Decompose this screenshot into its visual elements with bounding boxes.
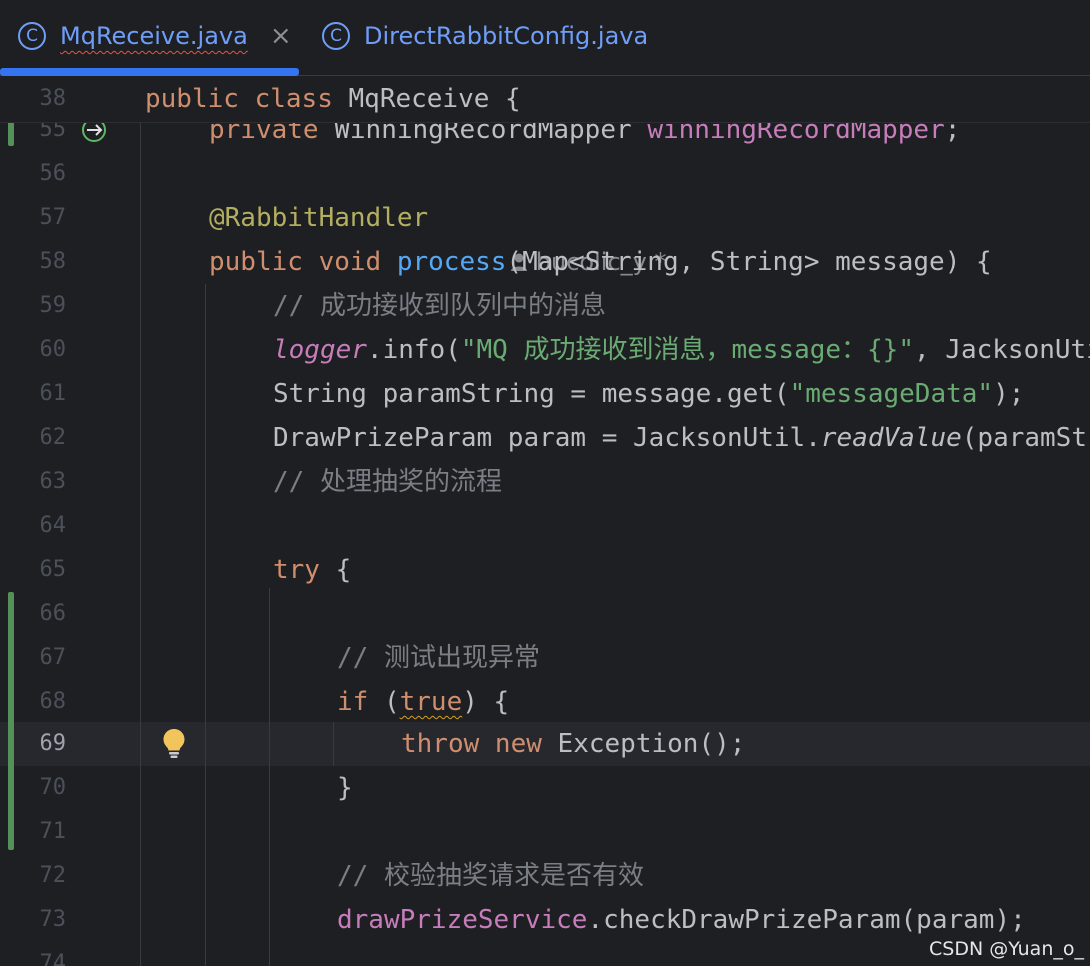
line-number: 57 <box>39 205 67 230</box>
class-c-icon: C <box>18 22 46 50</box>
keyword: void <box>302 247 397 277</box>
tab-label: DirectRabbitConfig.java <box>364 22 649 50</box>
code-line[interactable]: 58 public void process(Map<String, Strin… <box>0 240 1090 284</box>
line-number: 60 <box>39 337 67 362</box>
code-comment: // 测试出现异常 <box>337 643 540 673</box>
keyword: public <box>209 247 303 277</box>
code-line[interactable]: 63 // 处理抽奖的流程 <box>0 460 1090 504</box>
line-number: 58 <box>39 249 67 274</box>
line-number: 38 <box>39 86 67 111</box>
sticky-scroll-header[interactable]: 38 public class MqReceive { <box>0 76 1090 123</box>
code-text: ( <box>368 687 400 717</box>
code-line[interactable]: 60 logger.info("MQ 成功接收到消息，message：{}", … <box>0 328 1090 372</box>
tab-label: MqReceive.java <box>60 22 248 50</box>
string-literal: "messageData" <box>789 379 994 409</box>
line-number: 67 <box>39 645 67 670</box>
code-text: (Map<String, String> message) { <box>506 247 992 277</box>
line-number: 64 <box>39 513 67 538</box>
close-icon[interactable]: × <box>270 21 292 51</box>
line-number: 69 <box>39 731 67 756</box>
line-number: 65 <box>39 557 67 582</box>
active-tab-indicator <box>0 68 299 76</box>
code-editor[interactable]: 55 private WinningRecordMapper winningRe… <box>0 76 1090 966</box>
annotation: @RabbitHandler <box>209 203 429 233</box>
code-line[interactable]: 57 @RabbitHandler bucolic_y * <box>0 196 1090 276</box>
line-number: 59 <box>39 293 67 318</box>
keyword: try <box>273 555 320 585</box>
code-comment: // 成功接收到队列中的消息 <box>273 291 606 321</box>
code-text: Exception(); <box>541 729 746 759</box>
line-number: 66 <box>39 601 67 626</box>
class-name: MqReceive { <box>332 84 521 114</box>
code-line[interactable]: 74 <box>0 942 1090 966</box>
code-line[interactable]: 67 // 测试出现异常 <box>0 636 1090 680</box>
keyword: throw <box>401 729 480 759</box>
code-text: DrawPrizeParam param = JacksonUtil. <box>273 423 821 453</box>
keyword-with-warning[interactable]: true <box>400 687 463 717</box>
keyword: new <box>479 729 542 759</box>
watermark: CSDN @Yuan_o_ <box>929 938 1084 960</box>
code-line[interactable]: 64 <box>0 504 1090 548</box>
line-number: 63 <box>39 469 67 494</box>
code-line[interactable]: 59 // 成功接收到队列中的消息 <box>0 284 1090 328</box>
code-line[interactable]: 70 } <box>0 766 1090 810</box>
code-line[interactable]: 66 <box>0 592 1090 636</box>
line-number: 72 <box>39 863 67 888</box>
code-text: (paramString <box>961 423 1090 453</box>
line-number: 62 <box>39 425 67 450</box>
line-number: 70 <box>39 775 67 800</box>
line-number: 74 <box>39 951 67 966</box>
tab-mqreceive[interactable]: C MqReceive.java × <box>18 0 292 72</box>
line-number: 56 <box>39 161 67 186</box>
code-text: .info( <box>366 335 461 365</box>
keyword: class <box>254 84 333 114</box>
static-method-name: readValue <box>820 423 962 453</box>
code-text: String paramString = message.get( <box>273 379 790 409</box>
code-text: } <box>337 773 353 803</box>
code-comment: // 处理抽奖的流程 <box>273 467 502 497</box>
code-comment: // 校验抽奖请求是否有效 <box>337 861 644 891</box>
code-line[interactable]: 72 // 校验抽奖请求是否有效 <box>0 854 1090 898</box>
code-text: ); <box>993 379 1025 409</box>
code-line[interactable]: 61 String paramString = message.get("mes… <box>0 372 1090 416</box>
class-c-icon: C <box>322 22 350 50</box>
tab-directrabbitconfig[interactable]: C DirectRabbitConfig.java <box>322 0 648 72</box>
method-name: process <box>396 247 507 277</box>
code-text: .checkDrawPrizeParam(param); <box>587 905 1026 935</box>
code-text: { <box>319 555 352 585</box>
editor-tab-bar: C MqReceive.java × C DirectRabbitConfig.… <box>0 0 1090 76</box>
line-number: 73 <box>39 907 67 932</box>
field-name: drawPrizeService <box>337 905 588 935</box>
code-line[interactable]: 62 DrawPrizeParam param = JacksonUtil.re… <box>0 416 1090 460</box>
string-literal: "MQ 成功接收到消息，message：{}" <box>460 335 914 365</box>
code-text: , JacksonUtil <box>914 335 1090 365</box>
code-line[interactable]: 56 <box>0 152 1090 196</box>
line-number: 61 <box>39 381 67 406</box>
keyword: public <box>145 84 239 114</box>
code-line[interactable]: 73 drawPrizeService.checkDrawPrizeParam(… <box>0 898 1090 942</box>
code-line-current[interactable]: 69 throw new Exception(); <box>0 722 1090 766</box>
keyword: if <box>337 687 369 717</box>
code-text: ) { <box>462 687 510 717</box>
line-number: 71 <box>39 819 67 844</box>
code-line[interactable]: 71 <box>0 810 1090 854</box>
code-line[interactable]: 68 if (true) { <box>0 680 1090 724</box>
lightbulb-icon[interactable] <box>161 727 187 759</box>
field-name: logger <box>273 335 367 365</box>
line-number: 68 <box>39 689 67 714</box>
code-line[interactable]: 65 try { <box>0 548 1090 592</box>
